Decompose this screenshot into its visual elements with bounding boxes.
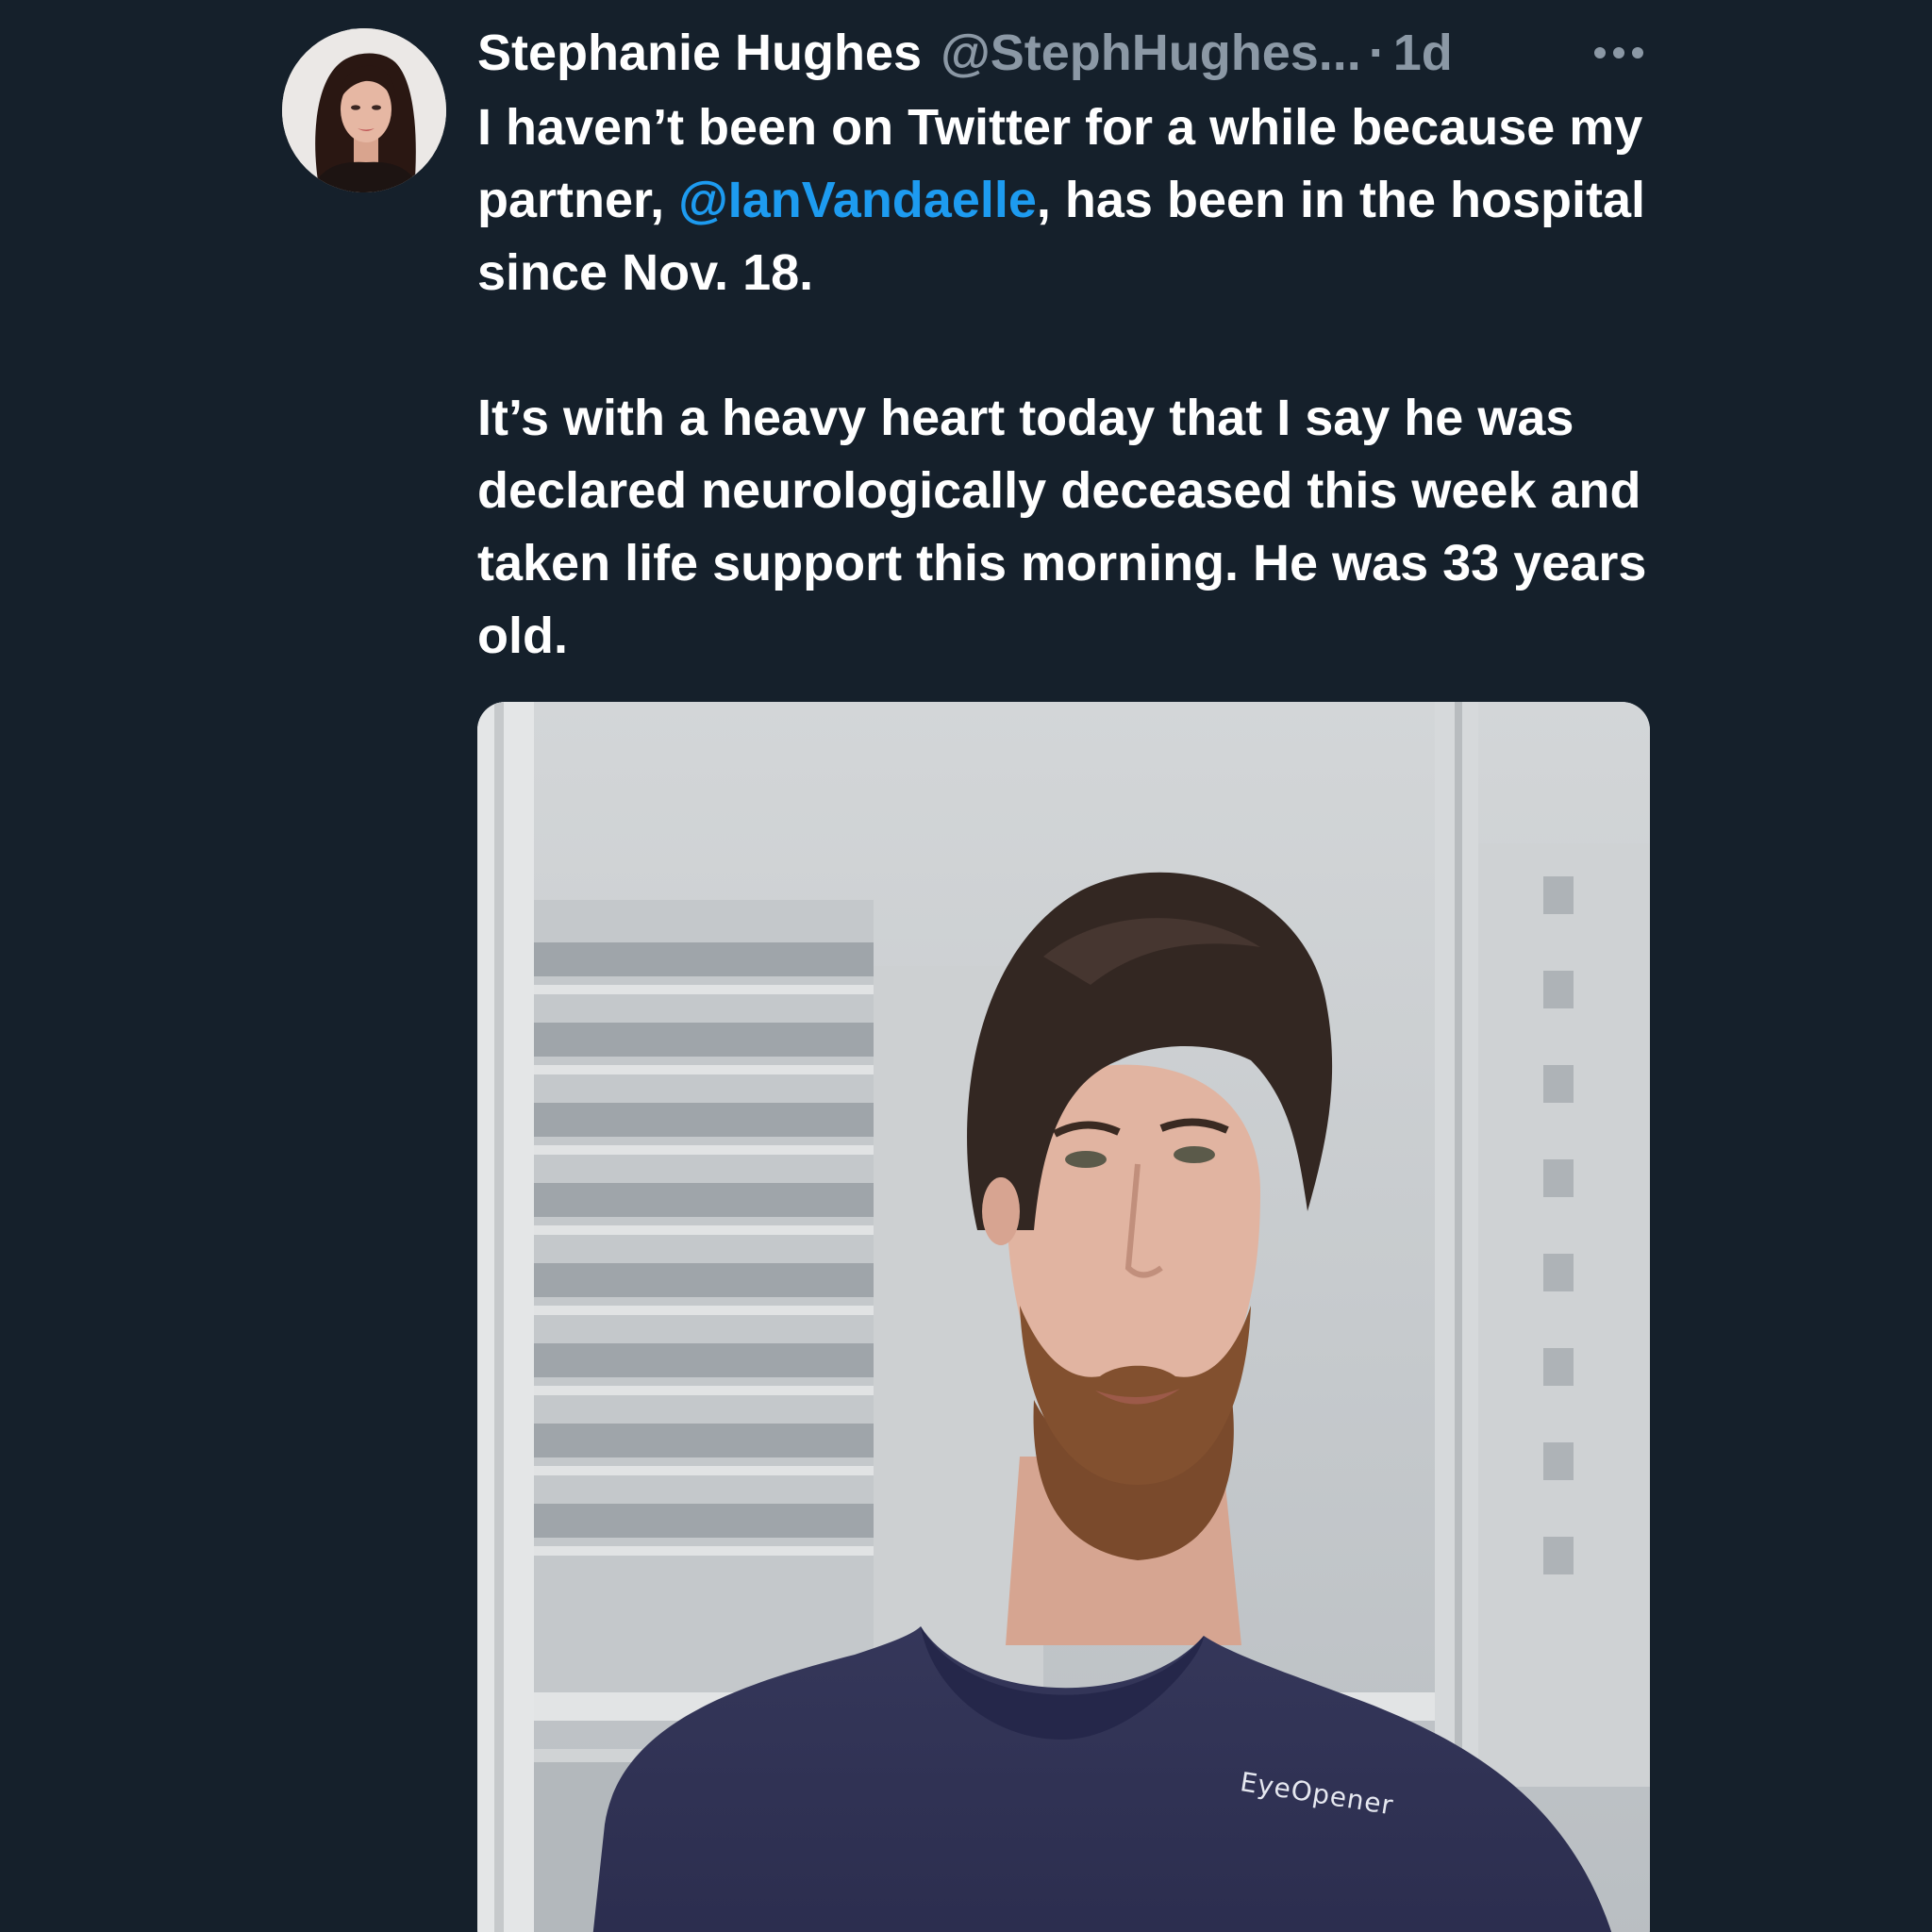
tweet-paragraph-1: I haven’t been on Twitter for a while be… [477,92,1666,309]
tweet-timestamp[interactable]: 1d [1393,19,1453,87]
tweet-media-image[interactable]: EyeOpener [477,702,1650,1932]
author-handle[interactable]: @StephHughes... [941,19,1361,87]
tweet-header: Stephanie Hughes @StephHughes... · 1d [477,19,1453,87]
media-photo [477,702,1650,1932]
author-display-name[interactable]: Stephanie Hughes [477,19,922,87]
more-options-button[interactable] [1591,28,1647,77]
author-avatar[interactable] [282,28,446,192]
tweet-paragraph-2: It’s with a heavy heart today that I say… [477,390,1647,664]
mention-link[interactable]: @IanVandaelle [678,172,1037,228]
more-options-icon [1594,47,1643,58]
tweet[interactable]: Stephanie Hughes @StephHughes... · 1d I … [0,0,1932,1932]
header-separator: · [1368,25,1386,81]
avatar-photo [282,28,446,192]
tweet-body: I haven’t been on Twitter for a while be… [477,92,1666,673]
